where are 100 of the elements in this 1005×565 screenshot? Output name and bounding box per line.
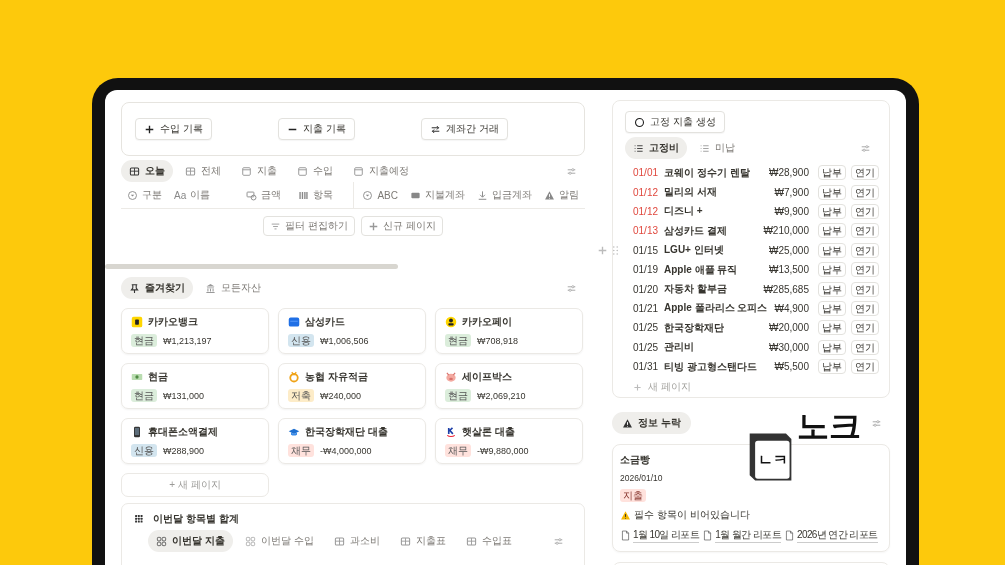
create-button[interactable]: 고정 지출 생성: [625, 111, 725, 133]
table-icon: [185, 165, 196, 177]
expense-name: 밀리의 서재: [664, 185, 718, 200]
entry-title: 소금빵: [620, 453, 650, 467]
pay-button[interactable]: 납부: [818, 165, 846, 181]
pay-button[interactable]: 납부: [818, 359, 846, 375]
calendar-icon: [353, 165, 364, 177]
account-card[interactable]: 한국장학재단 대출 채무 -₩4,000,000: [278, 418, 426, 464]
view-tab[interactable]: 지출표: [391, 530, 454, 552]
expense-name: 한국장학재단: [664, 320, 725, 335]
column-header[interactable]: 금액: [239, 188, 293, 202]
account-tag: 현금: [131, 389, 157, 402]
account-card[interactable]: 카카오뱅크 현금 ₩1,213,197: [121, 308, 269, 354]
account-name: 삼성카드: [305, 315, 345, 329]
defer-button[interactable]: 연기: [851, 359, 879, 375]
view-tab[interactable]: 과소비: [325, 530, 388, 552]
pay-button[interactable]: 납부: [818, 281, 846, 297]
property-icon: [127, 189, 138, 201]
pay-button[interactable]: 납부: [818, 223, 846, 239]
account-card[interactable]: 농협 자유적금 저축 ₩240,000: [278, 363, 426, 409]
account-icon: [288, 371, 300, 383]
account-tag: 저축: [288, 389, 314, 402]
warning-icon: [622, 417, 633, 429]
view-tab[interactable]: 오늘: [121, 160, 173, 182]
pay-button[interactable]: 납부: [818, 262, 846, 278]
pay-button[interactable]: 납부: [818, 320, 846, 336]
view-tab[interactable]: 지출예정: [345, 160, 417, 182]
view-tab[interactable]: 수입: [289, 160, 341, 182]
view-tab[interactable]: 이번달 수입: [236, 530, 322, 552]
drag-handle-icon: [610, 244, 621, 256]
view-tab[interactable]: 미납: [691, 137, 743, 159]
view-tab[interactable]: 정보 누락: [612, 412, 691, 434]
account-card[interactable]: 현금 현금 ₩131,000: [121, 363, 269, 409]
property-icon: [477, 189, 488, 201]
due-date: 01/01: [633, 167, 660, 179]
defer-button[interactable]: 연기: [851, 320, 879, 336]
account-card[interactable]: 세이프박스 현금 ₩2,069,210: [435, 363, 583, 409]
bank-icon: [205, 282, 216, 294]
defer-button[interactable]: 연기: [851, 242, 879, 258]
account-name: 카카오뱅크: [148, 315, 198, 329]
property-icon: [245, 189, 257, 201]
account-card[interactable]: 휴대폰소액결제 신용 ₩288,900: [121, 418, 269, 464]
defer-button[interactable]: 연기: [851, 300, 879, 316]
plus-icon: [368, 220, 379, 232]
pay-button[interactable]: 납부: [818, 300, 846, 316]
account-balance: ₩708,918: [477, 335, 519, 346]
sliders-icon: [566, 282, 577, 294]
defer-button[interactable]: 연기: [851, 262, 879, 278]
property-icon: [362, 189, 374, 201]
due-date: 01/21: [633, 302, 660, 314]
view-tab[interactable]: 이번달 지출: [148, 530, 233, 552]
view-tab[interactable]: 수입표: [457, 530, 520, 552]
filter-button[interactable]: 신규 페이지: [361, 216, 443, 236]
column-header[interactable]: ABC: [353, 182, 404, 208]
record-button[interactable]: 계좌간 거래: [421, 118, 508, 140]
calendar-icon: [241, 165, 252, 177]
column-header[interactable]: 입금계좌: [471, 188, 538, 202]
defer-button[interactable]: 연기: [851, 184, 879, 200]
column-header[interactable]: 구분: [121, 188, 168, 202]
report-link[interactable]: 2026년 연간 리포트: [783, 528, 878, 543]
column-header[interactable]: 지불계좌: [404, 188, 471, 202]
account-name: 한국장학재단 대출: [305, 425, 388, 439]
column-header[interactable]: 항목: [292, 188, 354, 202]
gallery-icon: [244, 535, 256, 547]
view-tab[interactable]: 전체: [177, 160, 229, 182]
view-tab[interactable]: 모든자산: [197, 277, 269, 299]
defer-button[interactable]: 연기: [851, 339, 879, 355]
view-tab[interactable]: 즐겨찾기: [121, 277, 193, 299]
report-link[interactable]: 1월 월간 리포트: [702, 528, 781, 543]
report-link[interactable]: 1월 10일 리포트: [620, 528, 700, 543]
column-header[interactable]: Aa 이름: [168, 188, 240, 202]
account-balance: ₩1,213,197: [163, 335, 212, 346]
account-card[interactable]: 삼성카드 신용 ₩1,006,506: [278, 308, 426, 354]
defer-button[interactable]: 연기: [851, 281, 879, 297]
expense-name: Apple 애플 뮤직: [664, 262, 739, 277]
pay-button[interactable]: 납부: [818, 339, 846, 355]
defer-button[interactable]: 연기: [851, 223, 879, 239]
expense-amount: ₩4,900: [774, 302, 809, 314]
account-card[interactable]: 카카오페이 현금 ₩708,918: [435, 308, 583, 354]
account-tag: 현금: [445, 334, 471, 347]
defer-button[interactable]: 연기: [851, 165, 879, 181]
record-button[interactable]: 지출 기록: [278, 118, 355, 140]
column-header[interactable]: 알림: [538, 188, 585, 202]
due-date: 01/25: [633, 322, 660, 334]
account-tag: 채무: [288, 444, 314, 457]
expense-amount: ₩5,500: [774, 361, 809, 373]
account-icon: [445, 426, 457, 438]
property-icon: [298, 189, 310, 201]
scrollbar[interactable]: [105, 264, 398, 269]
pay-button[interactable]: 납부: [818, 242, 846, 258]
expense-amount: ₩25,000: [768, 244, 809, 256]
defer-button[interactable]: 연기: [851, 203, 879, 219]
account-balance: -₩4,000,000: [320, 445, 372, 456]
view-tab[interactable]: 고정비: [625, 137, 687, 159]
pay-button[interactable]: 납부: [818, 184, 846, 200]
pay-button[interactable]: 납부: [818, 203, 846, 219]
view-tab[interactable]: 지출: [233, 160, 285, 182]
record-button[interactable]: 수입 기록: [135, 118, 212, 140]
account-card[interactable]: 햇살론 대출 채무 -₩9,880,000: [435, 418, 583, 464]
filter-button[interactable]: 필터 편집하기: [263, 216, 355, 236]
